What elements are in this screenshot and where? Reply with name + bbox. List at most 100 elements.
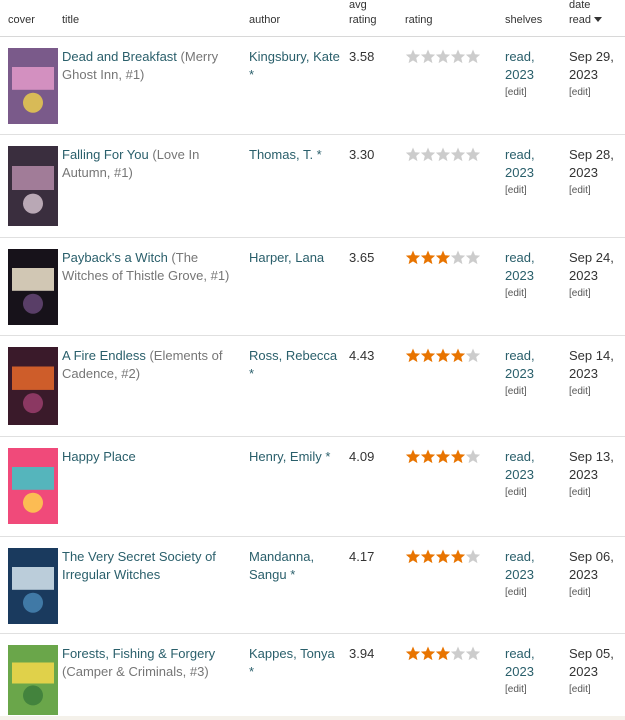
- shelf-link[interactable]: read, 2023: [505, 249, 560, 285]
- shelf-link[interactable]: read, 2023: [505, 645, 560, 681]
- book-title-link[interactable]: A Fire Endless: [62, 348, 146, 363]
- star-empty-icon[interactable]: [465, 646, 481, 661]
- book-title-link[interactable]: Falling For You: [62, 147, 149, 162]
- book-cover-image[interactable]: [8, 645, 58, 715]
- edit-date-link[interactable]: [edit]: [569, 285, 621, 303]
- book-author-link[interactable]: Harper, Lana: [249, 249, 343, 267]
- star-empty-icon[interactable]: [465, 348, 481, 363]
- star-filled-icon[interactable]: [435, 449, 451, 464]
- book-author-link[interactable]: Kingsbury, Kate *: [249, 48, 343, 84]
- user-rating-stars[interactable]: [405, 449, 485, 465]
- star-empty-icon[interactable]: [465, 250, 481, 265]
- edit-date-link[interactable]: [edit]: [569, 584, 621, 602]
- edit-shelves-link[interactable]: [edit]: [505, 484, 560, 502]
- shelf-link[interactable]: read, 2023: [505, 347, 560, 383]
- book-title-cell[interactable]: The Very Secret Society of Irregular Wit…: [62, 548, 244, 584]
- star-filled-icon[interactable]: [405, 348, 421, 363]
- book-author-link[interactable]: Ross, Rebecca *: [249, 347, 343, 383]
- book-cover-image[interactable]: [8, 249, 58, 325]
- header-title[interactable]: title: [62, 13, 79, 28]
- book-title-cell[interactable]: Happy Place: [62, 448, 244, 466]
- edit-shelves-link[interactable]: [edit]: [505, 681, 560, 699]
- star-empty-icon[interactable]: [465, 449, 481, 464]
- user-rating-stars[interactable]: [405, 250, 485, 266]
- star-filled-icon[interactable]: [405, 646, 421, 661]
- star-empty-icon[interactable]: [465, 549, 481, 564]
- star-filled-icon[interactable]: [450, 449, 466, 464]
- book-title-link[interactable]: Forests, Fishing & Forgery: [62, 646, 215, 661]
- book-title-cell[interactable]: A Fire Endless (Elements of Cadence, #2): [62, 347, 244, 383]
- star-empty-icon[interactable]: [450, 147, 466, 162]
- star-filled-icon[interactable]: [420, 250, 436, 265]
- book-cover-image[interactable]: [8, 48, 58, 124]
- book-title-link[interactable]: Happy Place: [62, 449, 136, 464]
- book-title-link[interactable]: Dead and Breakfast: [62, 49, 177, 64]
- star-filled-icon[interactable]: [435, 646, 451, 661]
- book-author-link[interactable]: Henry, Emily *: [249, 448, 343, 466]
- star-filled-icon[interactable]: [435, 250, 451, 265]
- user-rating-stars[interactable]: [405, 49, 485, 65]
- header-rating[interactable]: rating: [405, 13, 433, 28]
- shelf-link[interactable]: read, 2023: [505, 448, 560, 484]
- header-shelves[interactable]: shelves: [505, 13, 542, 28]
- book-cover-image[interactable]: [8, 347, 58, 425]
- star-filled-icon[interactable]: [450, 348, 466, 363]
- star-filled-icon[interactable]: [420, 549, 436, 564]
- star-filled-icon[interactable]: [420, 449, 436, 464]
- header-avg-rating[interactable]: avg rating: [349, 0, 377, 28]
- edit-shelves-link[interactable]: [edit]: [505, 285, 560, 303]
- star-filled-icon[interactable]: [450, 549, 466, 564]
- book-title-link[interactable]: The Very Secret Society of Irregular Wit…: [62, 549, 216, 582]
- star-filled-icon[interactable]: [420, 348, 436, 363]
- book-cover-image[interactable]: [8, 548, 58, 624]
- edit-date-link[interactable]: [edit]: [569, 484, 621, 502]
- book-title-cell[interactable]: Payback's a Witch (The Witches of Thistl…: [62, 249, 244, 285]
- header-author[interactable]: author: [249, 13, 280, 28]
- star-empty-icon[interactable]: [405, 147, 421, 162]
- edit-shelves-link[interactable]: [edit]: [505, 182, 560, 200]
- edit-shelves-link[interactable]: [edit]: [505, 383, 560, 401]
- book-author-link[interactable]: Kappes, Tonya *: [249, 645, 343, 681]
- star-filled-icon[interactable]: [405, 549, 421, 564]
- user-rating-stars[interactable]: [405, 348, 485, 364]
- star-empty-icon[interactable]: [465, 147, 481, 162]
- star-empty-icon[interactable]: [420, 147, 436, 162]
- shelf-link[interactable]: read, 2023: [505, 146, 560, 182]
- book-cover-image[interactable]: [8, 146, 58, 226]
- edit-date-link[interactable]: [edit]: [569, 383, 621, 401]
- star-filled-icon[interactable]: [405, 250, 421, 265]
- star-empty-icon[interactable]: [435, 147, 451, 162]
- star-filled-icon[interactable]: [435, 549, 451, 564]
- star-filled-icon[interactable]: [420, 646, 436, 661]
- header-cover[interactable]: cover: [8, 13, 35, 28]
- book-title-cell[interactable]: Dead and Breakfast (Merry Ghost Inn, #1): [62, 48, 244, 84]
- star-empty-icon[interactable]: [420, 49, 436, 64]
- book-author-link[interactable]: Thomas, T. *: [249, 146, 343, 164]
- header-date-read[interactable]: date read: [569, 0, 603, 28]
- book-series[interactable]: (Camper & Criminals, #3): [62, 664, 209, 679]
- user-rating-stars[interactable]: [405, 147, 485, 163]
- star-empty-icon[interactable]: [450, 49, 466, 64]
- avg-rating-value: 3.58: [349, 49, 375, 64]
- star-filled-icon[interactable]: [435, 348, 451, 363]
- star-empty-icon[interactable]: [450, 250, 466, 265]
- shelf-link[interactable]: read, 2023: [505, 48, 560, 84]
- shelf-link[interactable]: read, 2023: [505, 548, 560, 584]
- user-rating-stars[interactable]: [405, 549, 485, 565]
- edit-date-link[interactable]: [edit]: [569, 182, 621, 200]
- book-title-link[interactable]: Payback's a Witch: [62, 250, 168, 265]
- book-cover-image[interactable]: [8, 448, 58, 524]
- edit-date-link[interactable]: [edit]: [569, 681, 621, 699]
- edit-shelves-link[interactable]: [edit]: [505, 584, 560, 602]
- user-rating-stars[interactable]: [405, 646, 485, 662]
- star-empty-icon[interactable]: [405, 49, 421, 64]
- edit-shelves-link[interactable]: [edit]: [505, 84, 560, 102]
- book-title-cell[interactable]: Falling For You (Love In Autumn, #1): [62, 146, 244, 182]
- edit-date-link[interactable]: [edit]: [569, 84, 621, 102]
- star-filled-icon[interactable]: [405, 449, 421, 464]
- book-author-link[interactable]: Mandanna, Sangu *: [249, 548, 343, 584]
- star-empty-icon[interactable]: [435, 49, 451, 64]
- star-empty-icon[interactable]: [450, 646, 466, 661]
- book-title-cell[interactable]: Forests, Fishing & Forgery (Camper & Cri…: [62, 645, 244, 681]
- star-empty-icon[interactable]: [465, 49, 481, 64]
